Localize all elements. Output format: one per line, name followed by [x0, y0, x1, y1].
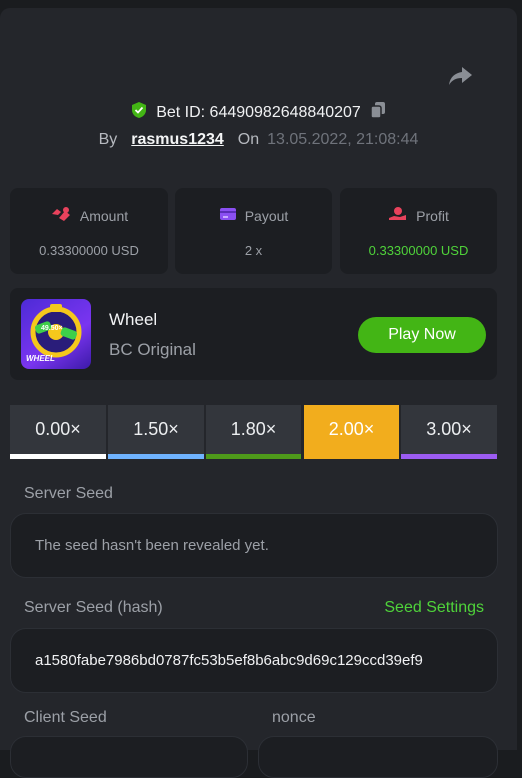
on-label: On: [237, 131, 260, 148]
thumb-text: WHEEL: [26, 354, 55, 363]
nonce-label: nonce: [272, 709, 316, 726]
game-title: Wheel: [109, 310, 158, 329]
bet-date: 13.05.2022, 21:08:44: [267, 131, 419, 148]
multiplier-color-bar: [401, 454, 497, 459]
multiplier-label: 1.80×: [230, 419, 277, 439]
thumb-chip: 49.50×: [41, 325, 63, 332]
copy-icon[interactable]: [369, 101, 387, 124]
profit-value: 0.33300000 USD: [368, 243, 469, 258]
amount-icon: [50, 206, 72, 225]
seed-settings-link[interactable]: Seed Settings: [384, 599, 484, 617]
profit-label: Profit: [416, 207, 449, 224]
play-now-button[interactable]: Play Now: [358, 317, 486, 353]
profit-card: Profit 0.33300000 USD: [340, 188, 497, 274]
multiplier-label: 0.00×: [35, 419, 81, 439]
multiplier-label: 1.50×: [133, 419, 179, 439]
username-link[interactable]: rasmus1234: [131, 131, 224, 149]
by-label: By: [98, 131, 118, 148]
multiplier-2: 1.80×: [206, 405, 301, 459]
verified-shield-icon: [130, 101, 148, 124]
payout-value: 2 x: [244, 243, 263, 258]
multiplier-1: 1.50×: [108, 405, 204, 459]
server-seed-hash-value: a1580fabe7986bd0787fc53b5ef8b6abc9d69c12…: [35, 652, 423, 669]
multiplier-color-bar: [10, 454, 106, 459]
game-card: 49.50× WHEEL Wheel BC Original Play Now: [10, 288, 497, 380]
bet-id: Bet ID: 64490982648840207: [156, 103, 361, 121]
payout-icon: [219, 206, 237, 225]
amount-value: 0.33300000 USD: [39, 243, 139, 258]
multiplier-color-bar: [304, 454, 399, 459]
multiplier-label: 3.00×: [426, 419, 472, 439]
payout-card: Payout 2 x: [175, 188, 332, 274]
share-icon[interactable]: [446, 64, 474, 88]
server-seed-hash-label: Server Seed (hash): [24, 599, 163, 616]
multiplier-color-bar: [108, 454, 204, 459]
wheel-game-thumbnail[interactable]: 49.50× WHEEL: [21, 299, 91, 369]
multiplier-4: 3.00×: [401, 405, 497, 459]
profit-icon: [388, 206, 408, 225]
server-seed-hash-field[interactable]: a1580fabe7986bd0787fc53b5ef8b6abc9d69c12…: [10, 628, 498, 693]
amount-card: Amount 0.33300000 USD: [10, 188, 168, 274]
server-seed-field[interactable]: The seed hasn't been revealed yet.: [10, 513, 498, 578]
bet-id-row: Bet ID: 64490982648840207: [0, 101, 517, 124]
client-seed-field[interactable]: [10, 736, 248, 778]
multiplier-label: 2.00×: [328, 419, 375, 439]
server-seed-value: The seed hasn't been revealed yet.: [35, 537, 269, 554]
multiplier-color-bar: [206, 454, 301, 459]
multiplier-0: 0.00×: [10, 405, 106, 459]
server-seed-label: Server Seed: [24, 485, 113, 502]
bet-meta-row: By rasmus1234 On 13.05.2022, 21:08:44: [0, 131, 517, 149]
client-seed-label: Client Seed: [24, 709, 107, 726]
multiplier-3-active: 2.00×: [304, 405, 399, 459]
payout-label: Payout: [244, 207, 289, 224]
game-subtitle: BC Original: [109, 340, 196, 359]
nonce-field[interactable]: [258, 736, 498, 778]
amount-label: Amount: [79, 207, 129, 224]
